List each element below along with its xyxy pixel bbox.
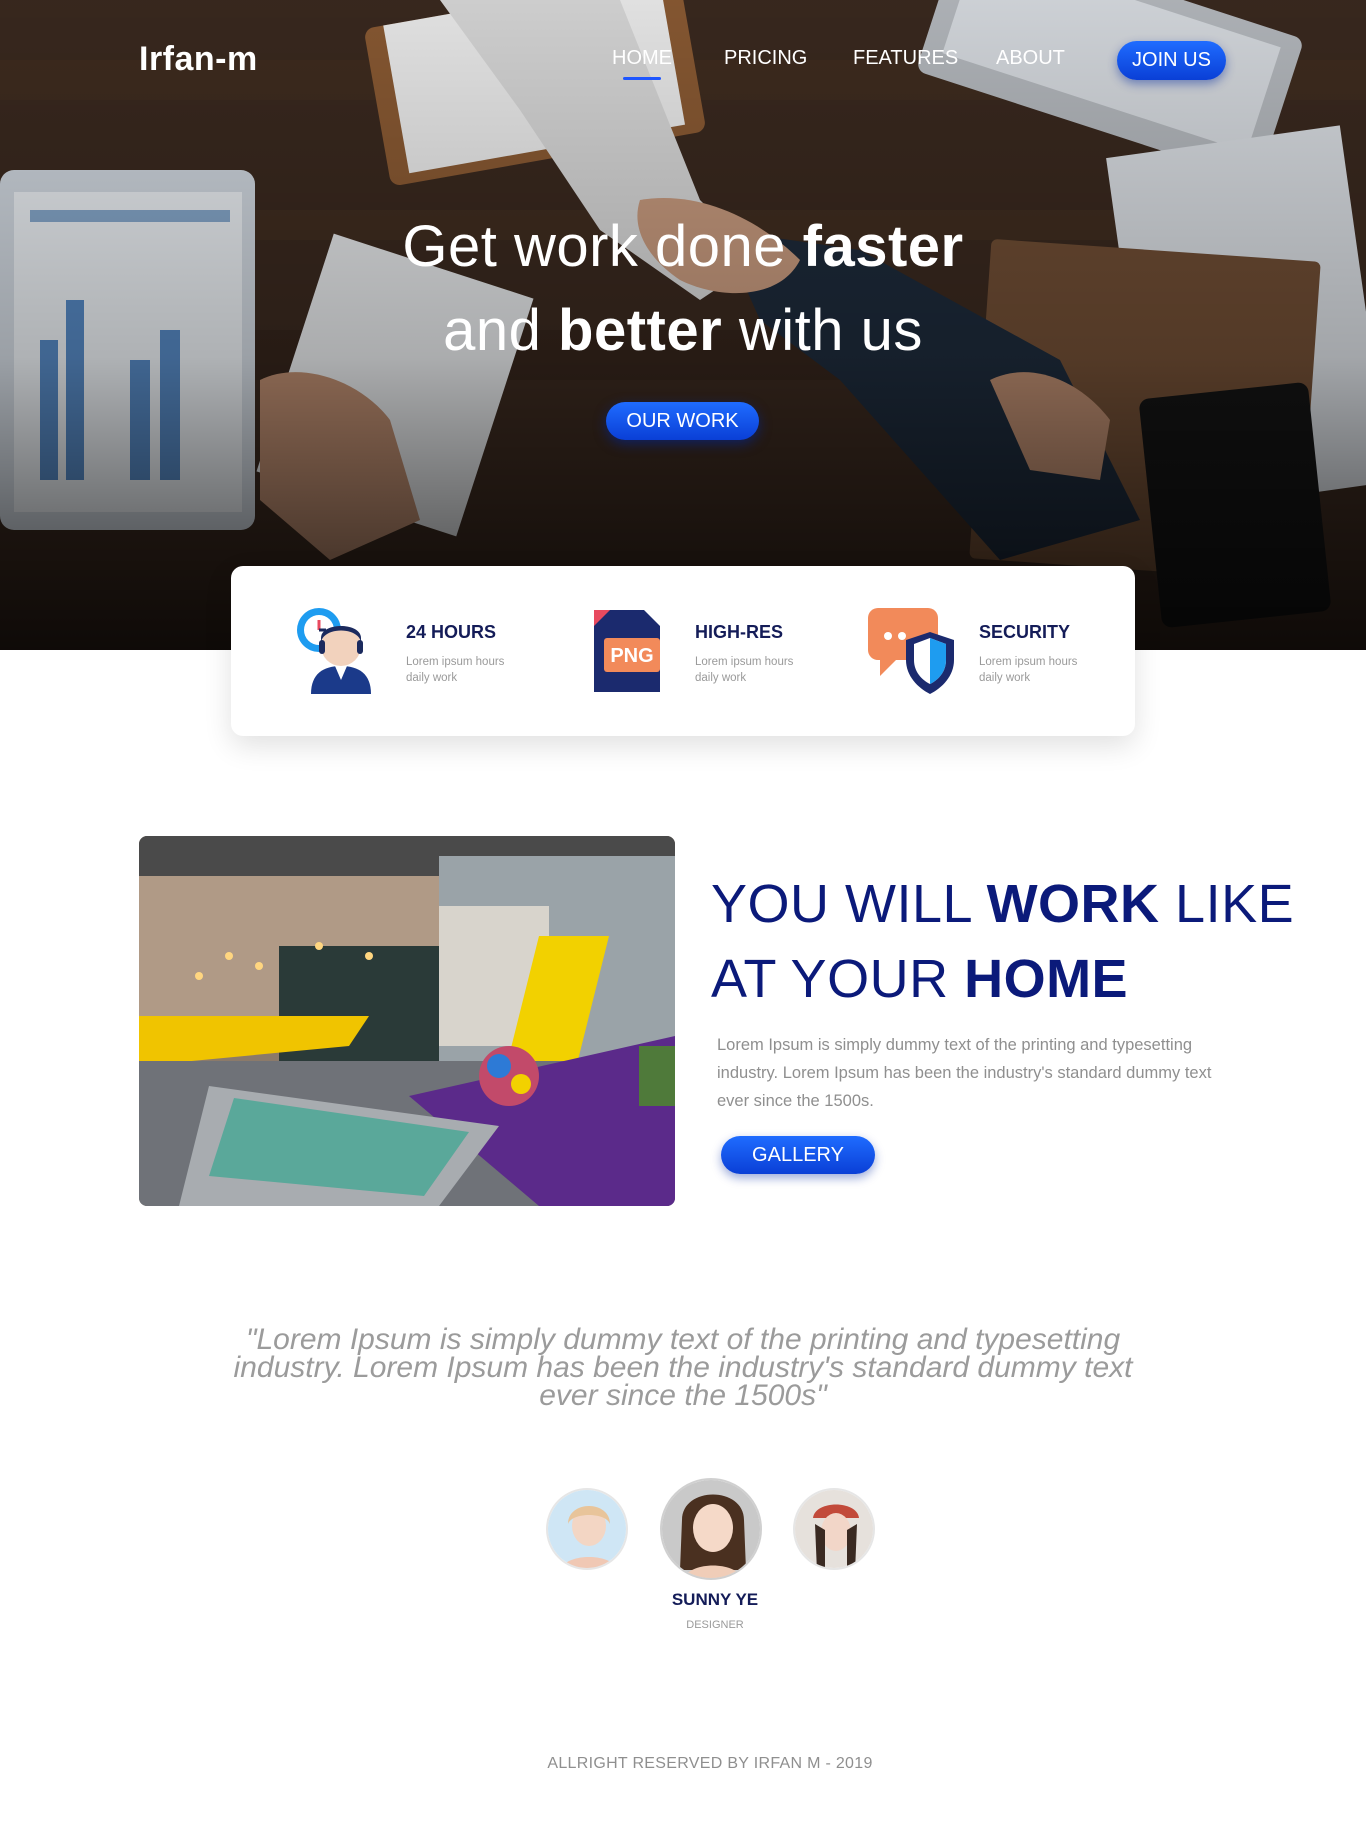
- about-title-line1: YOU WILL WORK LIKE: [711, 873, 1294, 935]
- about-description: Lorem Ipsum is simply dummy text of the …: [717, 1036, 1212, 1110]
- nav-home-label: HOME: [612, 47, 672, 69]
- nav-about-label: ABOUT: [996, 47, 1065, 69]
- join-us-button[interactable]: JOIN US: [1117, 41, 1226, 80]
- about-title-l2-bold: HOME: [964, 949, 1129, 1009]
- testimonial-name: SUNNY YE: [671, 1590, 759, 1609]
- person-portrait: [548, 1490, 626, 1568]
- feature-title: 24 HOURS: [406, 622, 497, 642]
- brand-logo[interactable]: Irfan-m: [139, 40, 258, 79]
- quote-line-1: "Lorem Ipsum is simply dummy text of the…: [245, 1323, 1121, 1356]
- feature-title: SECURITY: [979, 622, 1071, 642]
- feature-desc: Lorem ipsum hours daily work: [406, 656, 505, 684]
- office-interior-illustration: [139, 836, 675, 1206]
- hero-line2-bold: better: [558, 298, 723, 363]
- hero-line1-light: Get work done: [402, 214, 803, 279]
- testimonial-quote: "Lorem Ipsum is simply dummy text of the…: [0, 1323, 1366, 1412]
- hero-headline-line1: Get work done faster: [0, 213, 1366, 280]
- person-portrait: [795, 1490, 873, 1568]
- feature-24-hours: 24 HOURS Lorem ipsum hours daily work: [293, 604, 553, 704]
- feature-high-res: PNG HIGH-RES Lorem ipsum hours daily wor…: [582, 604, 842, 704]
- about-title-l1-bold: WORK: [986, 874, 1160, 934]
- quote-line-2: industry. Lorem Ipsum has been the indus…: [233, 1351, 1133, 1384]
- gallery-button[interactable]: GALLERY: [721, 1136, 875, 1174]
- avatar-left[interactable]: [546, 1488, 628, 1570]
- about-title-l2-light: AT YOUR: [711, 949, 965, 1009]
- hero-section: Irfan-m HOME PRICING FEATURES ABOUT JOIN…: [0, 0, 1366, 650]
- avatar-center[interactable]: [660, 1478, 762, 1580]
- hero-line1-bold: faster: [802, 214, 964, 279]
- avatar-right[interactable]: [793, 1488, 875, 1570]
- hero-headline-line2: and better with us: [0, 297, 1366, 364]
- nav-home[interactable]: HOME: [612, 47, 672, 80]
- testimonial-role: DESIGNER: [686, 1619, 744, 1631]
- nav-features[interactable]: FEATURES: [853, 47, 958, 70]
- nav-about[interactable]: ABOUT: [996, 47, 1065, 70]
- quote-line-3: ever since the 1500s": [539, 1379, 827, 1412]
- nav-features-label: FEATURES: [853, 47, 959, 69]
- feature-security: SECURITY Lorem ipsum hours daily work: [866, 604, 1126, 704]
- hero-line2-light-a: and: [443, 298, 559, 363]
- feature-desc: Lorem ipsum hours daily work: [979, 656, 1078, 684]
- feature-desc: Lorem ipsum hours daily work: [695, 656, 794, 684]
- footer-copyright: ALLRIGHT RESERVED BY IRFAN M - 2019: [547, 1755, 873, 1772]
- hero-line2-light-b: with us: [722, 298, 923, 363]
- nav-active-indicator: [623, 77, 661, 80]
- nav-pricing-label: PRICING: [724, 47, 808, 69]
- landing-page: Irfan-m HOME PRICING FEATURES ABOUT JOIN…: [0, 0, 1366, 1821]
- chat-shield-icon: [868, 608, 954, 694]
- about-title-line2: AT YOUR HOME: [711, 948, 1271, 1010]
- support-agent-clock-icon: [297, 608, 371, 694]
- about-title-l1-light-b: LIKE: [1159, 874, 1295, 934]
- features-card: 24 HOURS Lorem ipsum hours daily work PN…: [231, 566, 1135, 736]
- feature-title: HIGH-RES: [695, 622, 784, 642]
- our-work-button[interactable]: OUR WORK: [606, 402, 759, 440]
- svg-text:PNG: PNG: [610, 645, 653, 667]
- office-photo: [139, 836, 675, 1206]
- nav-pricing[interactable]: PRICING: [724, 47, 807, 70]
- about-title-l1-light-a: YOU WILL: [711, 874, 987, 934]
- png-file-icon: PNG: [594, 610, 660, 692]
- person-portrait: [662, 1480, 760, 1578]
